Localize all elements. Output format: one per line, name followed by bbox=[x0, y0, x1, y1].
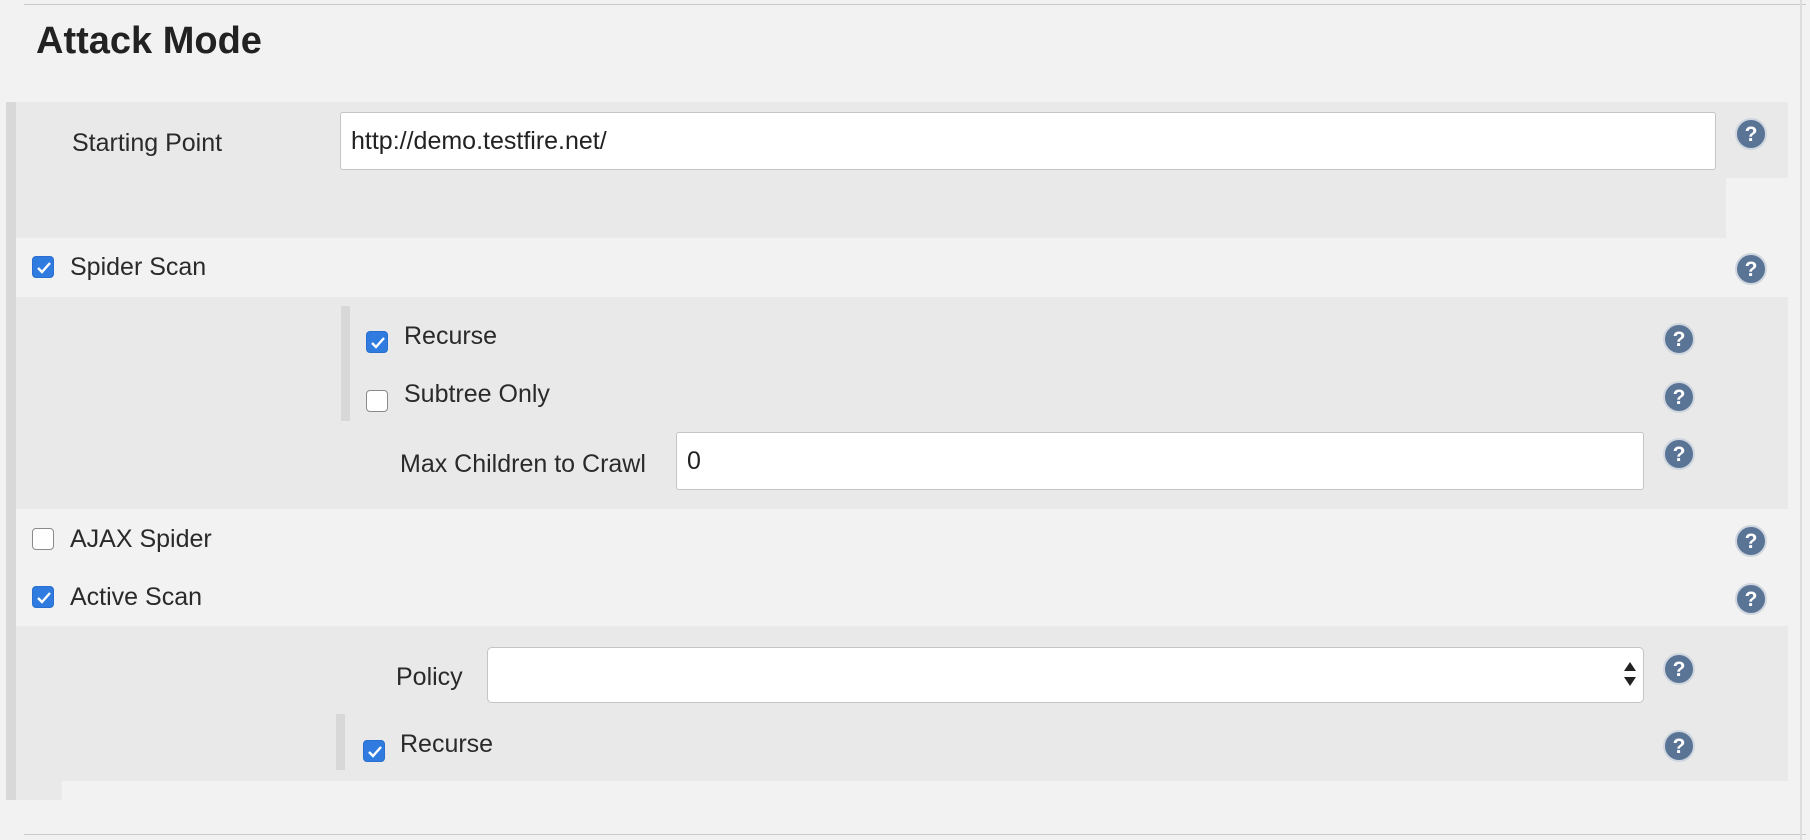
spider-scan-checkbox[interactable] bbox=[32, 256, 54, 278]
panel-right-border bbox=[1800, 0, 1802, 840]
starting-point-input[interactable] bbox=[340, 112, 1716, 170]
spider-recurse-label: Recurse bbox=[404, 322, 498, 350]
max-children-input[interactable] bbox=[676, 432, 1644, 490]
help-question-icon[interactable]: ? bbox=[1663, 438, 1695, 470]
top-divider bbox=[24, 4, 1806, 5]
section-left-bar bbox=[6, 102, 16, 800]
active-recurse-left-bar bbox=[336, 714, 345, 770]
svg-text:?: ? bbox=[1673, 328, 1686, 351]
active-recurse-label: Recurse bbox=[400, 730, 494, 758]
ajax-spider-label: AJAX Spider bbox=[70, 525, 212, 553]
policy-label: Policy bbox=[396, 663, 463, 691]
help-question-icon[interactable]: ? bbox=[1663, 653, 1695, 685]
max-children-label: Max Children to Crawl bbox=[400, 450, 646, 478]
help-question-icon[interactable]: ? bbox=[1663, 381, 1695, 413]
help-question-icon[interactable]: ? bbox=[1663, 730, 1695, 762]
checkmark-icon bbox=[37, 262, 51, 274]
active-scan-options-panel-tail bbox=[16, 781, 62, 800]
spider-options-left-bar bbox=[341, 306, 350, 421]
help-question-icon[interactable]: ? bbox=[1735, 583, 1767, 615]
active-scan-label: Active Scan bbox=[70, 583, 203, 611]
checkmark-icon bbox=[371, 337, 385, 349]
svg-text:?: ? bbox=[1745, 530, 1758, 553]
ajax-spider-checkbox[interactable] bbox=[32, 528, 54, 550]
subtree-only-label: Subtree Only bbox=[404, 380, 550, 408]
checkmark-icon bbox=[37, 592, 51, 604]
svg-text:?: ? bbox=[1673, 443, 1686, 466]
svg-text:?: ? bbox=[1745, 123, 1758, 146]
active-scan-checkbox[interactable] bbox=[32, 586, 54, 608]
section-title: Attack Mode bbox=[36, 20, 262, 62]
spider-scan-label: Spider Scan bbox=[70, 253, 207, 281]
help-question-icon[interactable]: ? bbox=[1735, 253, 1767, 285]
svg-text:?: ? bbox=[1673, 735, 1686, 758]
active-recurse-checkbox[interactable] bbox=[363, 740, 385, 762]
bottom-divider bbox=[24, 834, 1806, 835]
starting-point-label: Starting Point bbox=[72, 129, 223, 157]
svg-text:?: ? bbox=[1673, 386, 1686, 409]
help-question-icon[interactable]: ? bbox=[1663, 323, 1695, 355]
svg-text:?: ? bbox=[1673, 658, 1686, 681]
svg-text:?: ? bbox=[1745, 258, 1758, 281]
updown-arrows-icon bbox=[1624, 662, 1636, 686]
checkmark-icon bbox=[368, 746, 382, 758]
help-question-icon[interactable]: ? bbox=[1735, 118, 1767, 150]
subtree-only-checkbox[interactable] bbox=[366, 390, 388, 412]
help-question-icon[interactable]: ? bbox=[1735, 525, 1767, 557]
policy-select[interactable] bbox=[487, 647, 1644, 703]
spider-recurse-checkbox[interactable] bbox=[366, 331, 388, 353]
svg-text:?: ? bbox=[1745, 588, 1758, 611]
